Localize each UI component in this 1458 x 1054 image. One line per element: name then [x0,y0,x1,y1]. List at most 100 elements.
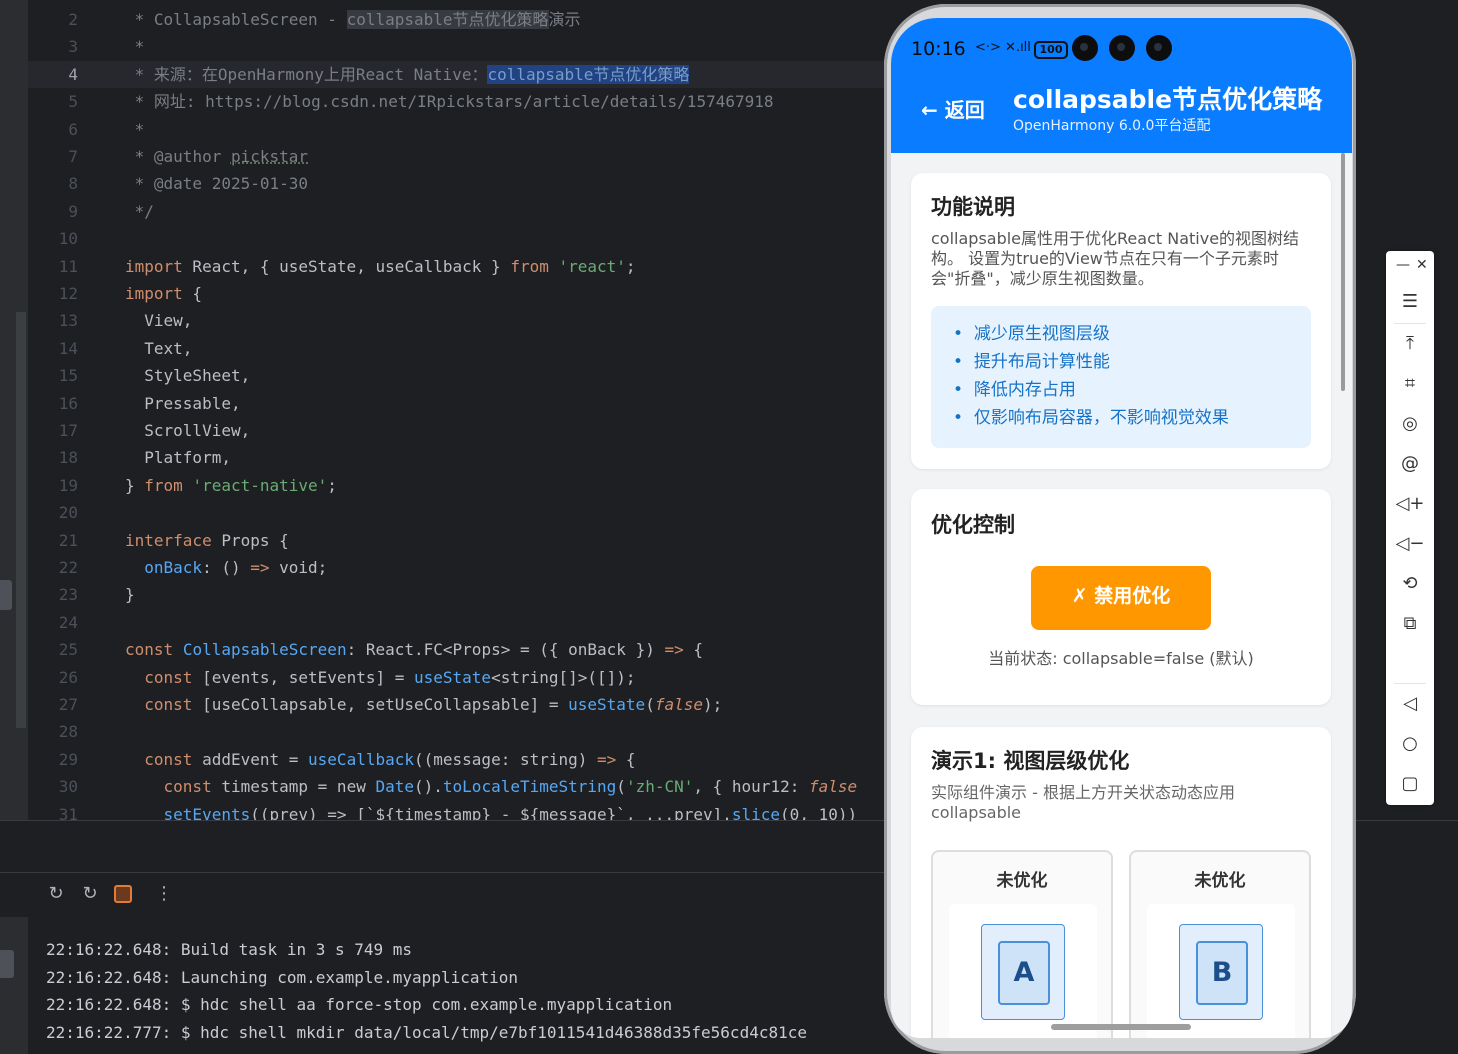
code-line[interactable]: 2 * CollapsableScreen - collapsable节点优化策… [28,6,888,33]
code-line[interactable]: 15 StyleSheet, [28,362,888,389]
code-text: ScrollView, [125,417,250,444]
code-line[interactable]: 11 import React, { useState, useCallback … [28,253,888,280]
status-text: 当前状态: collapsable=false (默认) [988,649,1254,668]
code-line[interactable]: 14 Text, [28,335,888,362]
code-token: useState [568,695,646,714]
code-line[interactable]: 8 * @date 2025-01-30 [28,170,888,197]
code-line[interactable]: 23} [28,581,888,608]
code-line[interactable]: 31 setEvents((prev) => [`${timestamp} - … [28,801,888,820]
app-header: 10:16 <·> ✕.ıll 100 ← 返回 collapsable节点优化… [891,18,1352,153]
code-text: const [events, setEvents] = useState<str… [125,664,635,691]
rotate-icon[interactable]: ⟲ [1386,573,1434,594]
code-line[interactable]: 3 * [28,33,888,60]
code-line[interactable]: 4 * 来源：在OpenHarmony上用React Native：collap… [28,60,888,88]
code-line[interactable]: 9 */ [28,198,888,225]
code-text: * @author pickstar [125,143,308,170]
code-token: * [125,119,145,139]
code-line[interactable]: 22 onBack: () => void; [28,554,888,581]
code-text: import { [125,280,202,307]
code-line[interactable]: 5 * 网址: https://blog.csdn.net/IRpickstar… [28,88,888,115]
demo-container: B [1147,904,1295,1038]
code-text: StyleSheet, [125,362,250,389]
stop-icon[interactable] [113,884,133,904]
code-token: (0, 10)) [780,804,858,820]
code-line[interactable]: 30 const timestamp = new Date().toLocale… [28,773,888,800]
code-token: ( [616,777,626,797]
pin-top-icon[interactable]: ⤒ [1386,333,1434,354]
code-line[interactable]: 17 ScrollView, [28,417,888,444]
code-line[interactable]: 27 const [useCollapsable, setUseCollapsa… [28,691,888,718]
code-line[interactable]: 24 [28,609,888,636]
code-token: : React.FC<Props> = ({ onBack }) [346,640,665,660]
control-card: 优化控制 ✗ 禁用优化 当前状态: collapsable=false (默认) [911,489,1331,705]
code-line[interactable]: 13 View, [28,307,888,334]
crop-icon[interactable]: ⌗ [1386,373,1434,394]
code-token: void; [269,558,328,577]
code-token: * [125,147,154,166]
line-number: 17 [58,421,78,440]
code-token: ((message: string) [414,749,598,769]
code-token: interface [125,530,212,550]
code-token: const [125,640,174,660]
line-number: 20 [58,503,78,523]
close-icon[interactable]: ✕ [1416,257,1428,273]
line-number: 23 [58,585,78,605]
line-number: 6 [68,119,78,139]
code-text: * 网址: https://blog.csdn.net/IRpickstars/… [125,88,774,115]
volume-down-icon[interactable]: ◁− [1386,533,1434,554]
code-line[interactable]: 19} from 'react-native'; [28,472,888,499]
card-title: 功能说明 [931,195,1015,219]
demo-outer-view: B [1179,924,1263,1020]
more-icon[interactable]: ⋮ [154,884,174,904]
line-number: 16 [58,393,78,413]
run-console[interactable]: 22:16:22.648: Build task in 3 s 749 ms 2… [28,916,888,1054]
code-line[interactable]: 18 Platform, [28,444,888,471]
minimize-icon[interactable]: — [1396,257,1410,273]
code-token: ; [625,256,636,276]
code-line[interactable]: 6 * [28,116,888,143]
back-button[interactable]: ← 返回 [921,94,985,123]
toggle-optimization-button[interactable]: ✗ 禁用优化 [1031,566,1211,630]
battery-icon: 100 [1034,41,1068,59]
multi-screen-icon[interactable]: ⧉ [1386,613,1434,634]
back-nav-icon[interactable]: ◁ [1386,693,1434,714]
code-text: setEvents((prev) => [`${timestamp} - ${m… [125,801,858,820]
code-line[interactable]: 16 Pressable, [28,390,888,417]
home-nav-icon[interactable]: ○ [1386,733,1434,754]
line-number: 15 [58,366,78,386]
demo-column-title: 未优化 [996,871,1048,891]
code-line[interactable]: 12 import { [28,280,888,307]
emulator-side-toolbar: — ✕ ☰ ⤒ ⌗ ◎ @ ◁+ ◁− ⟲ ⧉ ◁ ○ ▢ [1386,251,1434,805]
code-line[interactable]: 7 * @author pickstar [28,143,888,170]
code-text: const timestamp = new Date().toLocaleTim… [125,773,858,800]
line-number: 8 [68,174,78,194]
code-line[interactable]: 21 interface Props { [28,527,888,554]
code-editor[interactable]: 2 * CollapsableScreen - collapsable节点优化策… [28,0,888,820]
recent-nav-icon[interactable]: ▢ [1386,773,1434,794]
menu-icon[interactable]: ☰ [1386,291,1434,312]
code-token: addEvent = [192,749,309,769]
at-icon[interactable]: @ [1386,453,1434,474]
code-line[interactable]: 20 [28,499,888,526]
editor-scrollbar[interactable] [16,312,26,728]
code-token: Props { [211,530,289,550]
code-token: const [144,749,193,769]
home-indicator[interactable] [1051,1024,1191,1030]
volume-up-icon[interactable]: ◁+ [1386,493,1434,514]
rerun-icon[interactable]: ↻ [46,884,66,904]
rerun-failed-icon[interactable]: ↻ [80,884,100,904]
code-token: ( [645,695,655,714]
line-number: 5 [68,92,78,112]
divider [1394,683,1426,684]
code-line[interactable]: 25 const CollapsableScreen: React.FC<Prop… [28,636,888,663]
code-line[interactable]: 26 const [events, setEvents] = useState<… [28,664,888,691]
code-line[interactable]: 28 [28,718,888,745]
code-token: [events, setEvents] = [192,667,414,687]
code-token: collapsable节点优化策略 [346,10,549,29]
code-line[interactable]: 29 const addEvent = useCallback((message… [28,746,888,773]
code-line[interactable]: 10 [28,225,888,252]
location-icon[interactable]: ◎ [1386,413,1434,434]
